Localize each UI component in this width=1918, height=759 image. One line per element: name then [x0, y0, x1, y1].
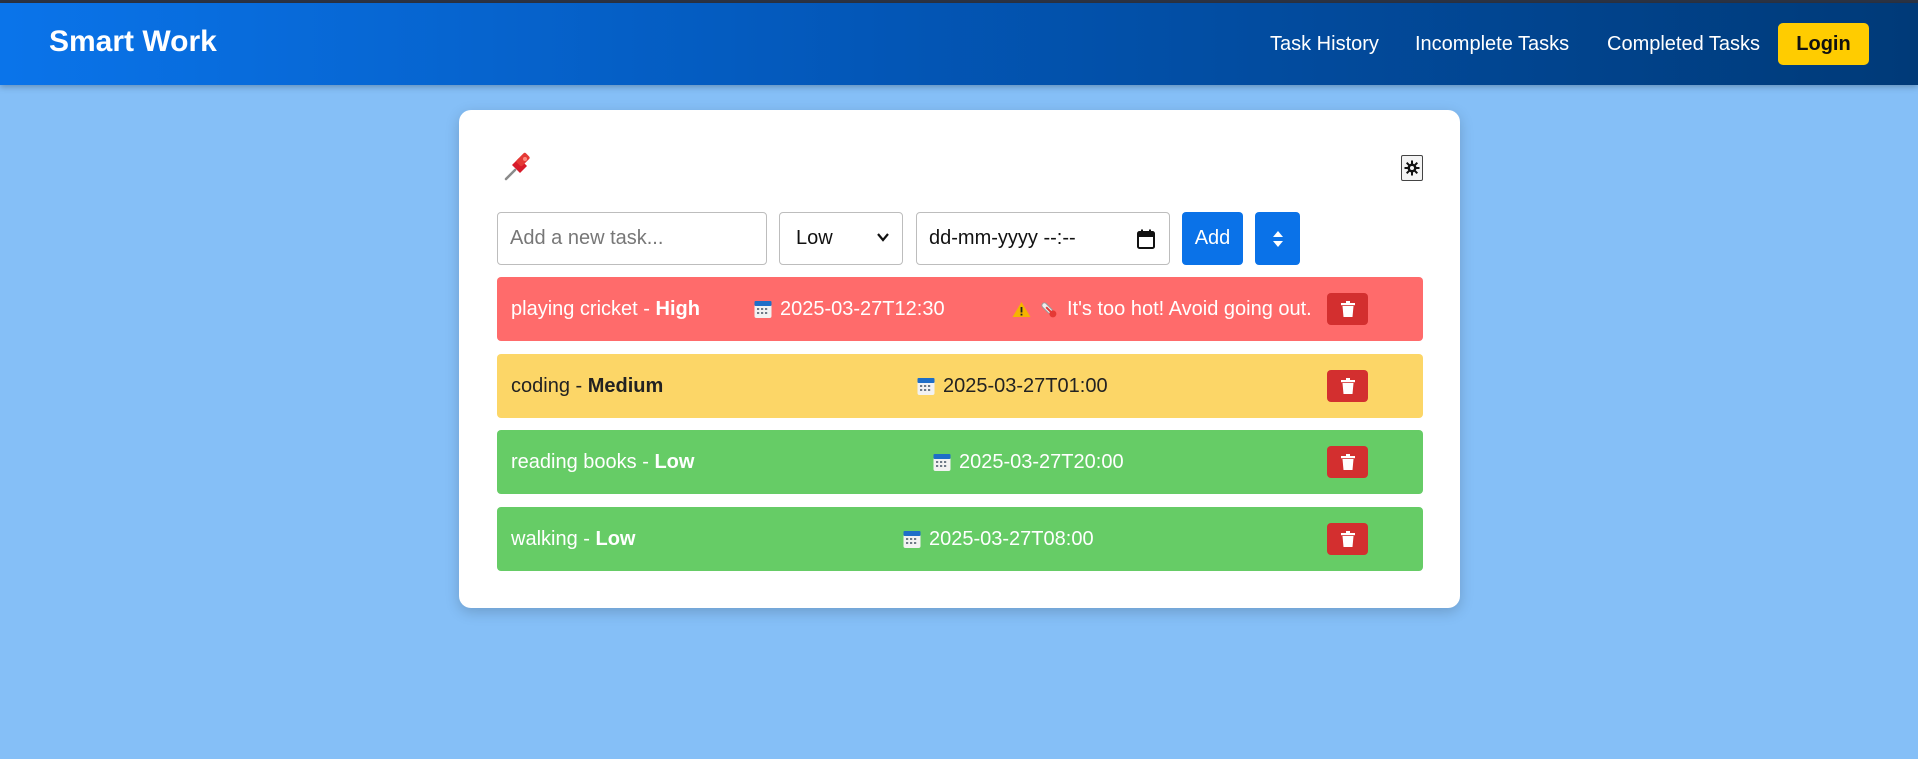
- task-name: reading books: [511, 451, 637, 473]
- warning-icon: [1012, 301, 1031, 318]
- trash-icon: [1340, 301, 1355, 317]
- task-separator: -: [569, 375, 588, 397]
- task-date-text: 2025-03-27T01:00: [943, 375, 1108, 397]
- calendar-icon: [917, 377, 935, 396]
- calendar-icon: [754, 300, 772, 319]
- task-item: walking - Low 2025-03-27T08:00: [497, 507, 1423, 571]
- task-date-text: 2025-03-27T20:00: [959, 451, 1124, 473]
- task-date-text: 2025-03-27T08:00: [929, 528, 1094, 550]
- gear-icon: [1404, 160, 1420, 176]
- calendar-picker-icon[interactable]: [1137, 229, 1155, 249]
- due-date-placeholder: dd-mm-yyyy --:--: [929, 227, 1076, 249]
- task-priority: Low: [654, 451, 695, 473]
- pushpin-icon: [501, 150, 535, 184]
- delete-task-button[interactable]: [1327, 523, 1368, 555]
- thermometer-icon: [1039, 300, 1059, 320]
- task-text: playing cricket - High: [511, 298, 700, 321]
- trash-icon: [1340, 454, 1355, 470]
- task-name: coding: [511, 375, 570, 397]
- task-priority: Low: [595, 528, 636, 550]
- brand-title[interactable]: Smart Work: [49, 25, 217, 59]
- delete-task-button[interactable]: [1327, 446, 1368, 478]
- calendar-icon: [933, 453, 951, 472]
- task-text: reading books - Low: [511, 451, 694, 474]
- task-input[interactable]: [497, 212, 767, 265]
- nav-incomplete-tasks[interactable]: Incomplete Tasks: [1415, 33, 1569, 56]
- task-date: 2025-03-27T08:00: [903, 528, 1094, 551]
- warning-text: It's too hot! Avoid going out.: [1067, 298, 1312, 320]
- priority-select[interactable]: Low: [779, 212, 903, 265]
- task-name: walking: [511, 528, 578, 550]
- nav-completed-tasks[interactable]: Completed Tasks: [1607, 33, 1760, 56]
- task-separator: -: [577, 528, 596, 550]
- task-text: coding - Medium: [511, 375, 663, 398]
- task-separator: -: [636, 451, 655, 473]
- task-date: 2025-03-27T01:00: [917, 375, 1108, 398]
- delete-task-button[interactable]: [1327, 370, 1368, 402]
- calendar-icon: [903, 530, 921, 549]
- trash-icon: [1340, 531, 1355, 547]
- sort-button[interactable]: [1255, 212, 1300, 265]
- nav-task-history[interactable]: Task History: [1270, 33, 1379, 56]
- task-date: 2025-03-27T12:30: [754, 298, 945, 321]
- login-button[interactable]: Login: [1778, 23, 1869, 65]
- delete-task-button[interactable]: [1327, 293, 1368, 325]
- due-date-input[interactable]: dd-mm-yyyy --:--: [916, 212, 1170, 265]
- task-item: coding - Medium 2025-03-27T01:00: [497, 354, 1423, 418]
- weather-warning: It's too hot! Avoid going out.: [1012, 298, 1312, 321]
- task-name: playing cricket: [511, 298, 638, 320]
- navbar: Smart Work Task History Incomplete Tasks…: [0, 3, 1918, 85]
- task-separator: -: [637, 298, 656, 320]
- add-task-button[interactable]: Add: [1182, 212, 1243, 265]
- task-text: walking - Low: [511, 528, 635, 551]
- task-card: Low dd-mm-yyyy --:-- Add playing cricket…: [459, 110, 1460, 608]
- priority-select-value: Low: [796, 227, 833, 249]
- theme-toggle-button[interactable]: [1401, 155, 1423, 181]
- task-priority: Medium: [587, 375, 664, 397]
- sort-icon: [1272, 229, 1284, 249]
- chevron-down-icon: [876, 230, 890, 244]
- task-item: reading books - Low 2025-03-27T20:00: [497, 430, 1423, 494]
- task-priority: High: [655, 298, 700, 320]
- task-item: playing cricket - High 2025-03-27T12:30 …: [497, 277, 1423, 341]
- trash-icon: [1340, 378, 1355, 394]
- task-date-text: 2025-03-27T12:30: [780, 298, 945, 320]
- task-date: 2025-03-27T20:00: [933, 451, 1124, 474]
